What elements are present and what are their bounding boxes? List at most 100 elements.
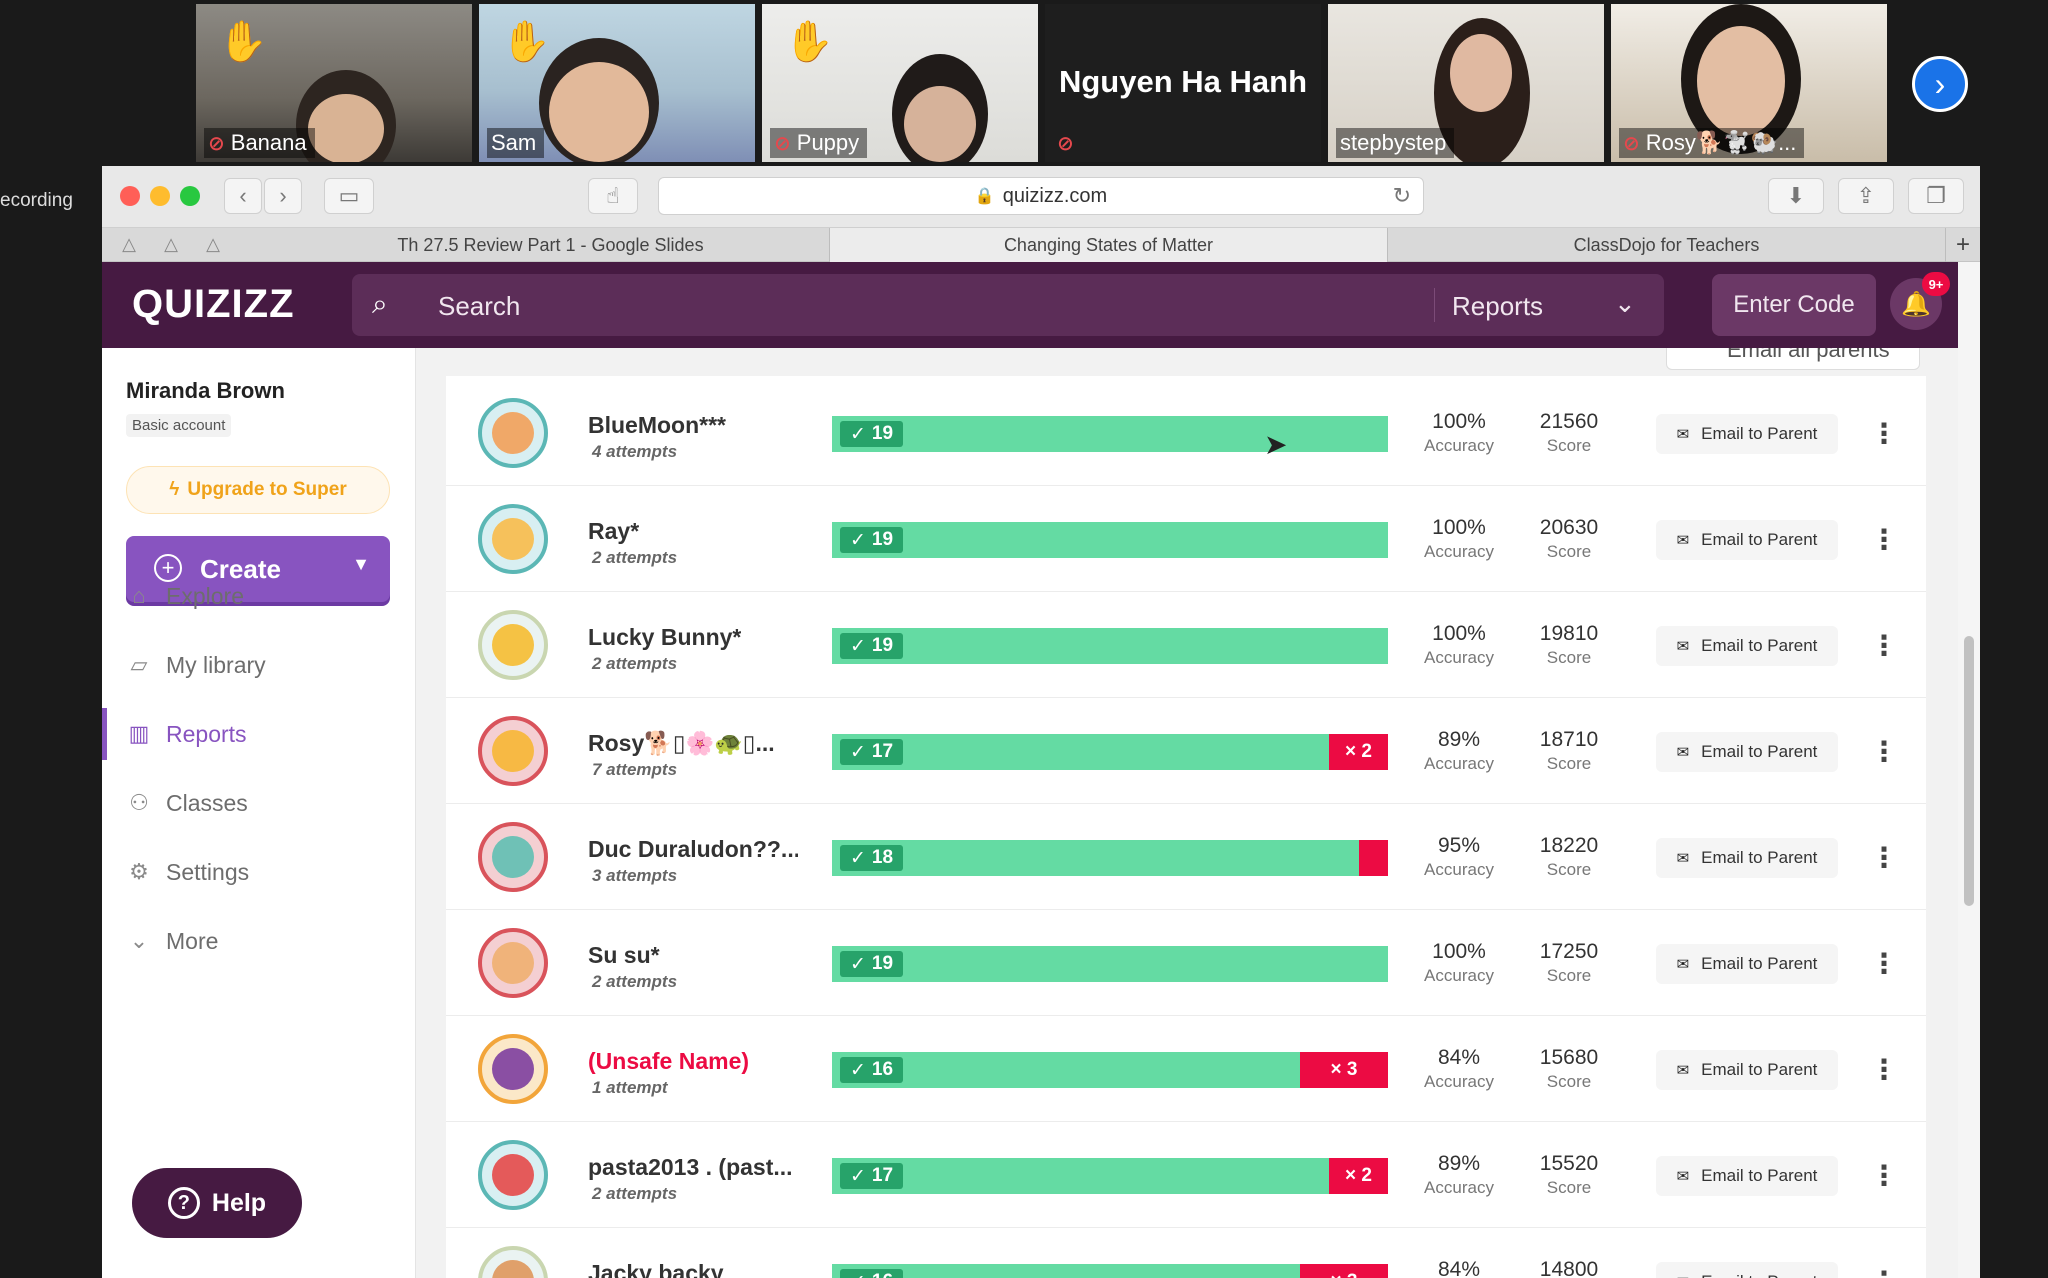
email-to-parent-button[interactable]: ✉Email to Parent	[1656, 838, 1838, 878]
tab-changing-states-of-matter[interactable]: Changing States of Matter	[830, 228, 1388, 262]
next-participants-button[interactable]: ›	[1912, 56, 1968, 112]
participant-tile-puppy[interactable]: ✋ ⊘ Puppy	[762, 4, 1038, 162]
accuracy-label: Accuracy	[1424, 754, 1494, 773]
correct-count: 19	[871, 529, 894, 550]
player-name[interactable]: Jacky backy	[588, 1260, 724, 1278]
player-name[interactable]: Su su*	[588, 942, 660, 969]
back-button[interactable]: ‹	[224, 178, 262, 214]
recording-indicator: ecording	[0, 190, 73, 211]
envelope-icon: ✉	[1676, 744, 1690, 761]
envelope-icon: ✉	[1676, 426, 1690, 443]
sidebar-toggle-button[interactable]: ▭	[324, 178, 374, 214]
more-options-icon[interactable]: ⋮	[1870, 732, 1898, 772]
help-button[interactable]: ? Help	[132, 1168, 302, 1238]
participant-tile-rosy[interactable]: ⊘ Rosy🐕🐩🐏...	[1611, 4, 1887, 162]
email-to-parent-button[interactable]: ✉Email to Parent	[1656, 732, 1838, 772]
player-name[interactable]: BlueMoon***	[588, 412, 726, 439]
chevron-down-icon[interactable]: ⌄	[1614, 288, 1636, 319]
player-row[interactable]: (Unsafe Name) 1 attempt ✓ 16 × 3 84% Accuracy 1…	[446, 1016, 1926, 1122]
close-window-button[interactable]	[120, 186, 140, 206]
explore-icon: ⌂	[132, 583, 146, 608]
score-label: Score	[1546, 436, 1592, 455]
participant-tile-stepbystep[interactable]: stepbystep	[1328, 4, 1604, 162]
sidebar-item-classes[interactable]: ⚇ Classes	[102, 777, 415, 829]
account-type-badge: Basic account	[126, 414, 232, 437]
player-name[interactable]: Duc Duraludon??...	[588, 836, 798, 863]
tab-google-slides[interactable]: Th 27.5 Review Part 1 - Google Slides	[272, 228, 830, 262]
email-to-parent-button[interactable]: ✉Email to Parent	[1656, 1262, 1838, 1278]
forward-button[interactable]: ›	[264, 178, 302, 214]
player-row[interactable]: Lucky Bunny* 2 attempts ✓ 19 100% Accuracy 198…	[446, 592, 1926, 698]
player-row[interactable]: BlueMoon*** 4 attempts ✓ 19 100% Accuracy 2156…	[446, 380, 1926, 486]
player-row[interactable]: Su su* 2 attempts ✓ 19 100% Accuracy 17250 Scor…	[446, 910, 1926, 1016]
chevron-left-icon: ‹	[239, 183, 247, 208]
participant-tile-nguyen-ha-hanh[interactable]: Nguyen Ha Hanh ⊘	[1045, 4, 1321, 162]
player-row[interactable]: pasta2013 . (past... 2 attempts ✓ 17 × 2 89% A…	[446, 1122, 1926, 1228]
more-options-icon[interactable]: ⋮	[1870, 626, 1898, 666]
accuracy-bar: ✓ 19	[832, 628, 1388, 664]
tab-overview-button[interactable]: ❐	[1908, 178, 1964, 214]
player-name[interactable]: Ray*	[588, 518, 639, 545]
tab-classdojo[interactable]: ClassDojo for Teachers	[1388, 228, 1946, 262]
player-name[interactable]: Rosy🐕▯🌸🐢▯...	[588, 730, 775, 757]
player-name[interactable]: Lucky Bunny*	[588, 624, 741, 651]
player-row[interactable]: Rosy🐕▯🌸🐢▯... 7 attempts ✓ 17 × 2 89% Accuracy 1…	[446, 698, 1926, 804]
participant-tile-banana[interactable]: ✋ ⊘ Banana	[196, 4, 472, 162]
more-options-icon[interactable]: ⋮	[1870, 1156, 1898, 1196]
correct-segment: ✓ 19	[832, 628, 1388, 664]
player-row[interactable]: Jacky backy ✓ 16 × 3 84%Accuracy14800Score ✉E…	[446, 1228, 1926, 1278]
sidebar-item-more[interactable]: ⌄ More	[102, 915, 415, 967]
search-scope-select[interactable]: Reports	[1452, 291, 1543, 322]
email-to-parent-button[interactable]: ✉Email to Parent	[1656, 414, 1838, 454]
sidebar-item-reports[interactable]: ▥ Reports	[102, 708, 415, 760]
pinned-tab-drive-icon[interactable]: △	[116, 234, 142, 256]
more-options-icon[interactable]: ⋮	[1870, 1262, 1898, 1278]
minimize-window-button[interactable]	[150, 186, 170, 206]
more-options-icon[interactable]: ⋮	[1870, 414, 1898, 454]
sidebar-item-settings[interactable]: ⚙ Settings	[102, 846, 415, 898]
player-avatar	[478, 610, 548, 680]
scrollbar-thumb[interactable]	[1964, 636, 1974, 906]
sidebar-item-my-library[interactable]: ▱ My library	[102, 639, 415, 691]
new-tab-button[interactable]: +	[1946, 228, 1980, 262]
accuracy-label: Accuracy	[1424, 860, 1494, 879]
downloads-button[interactable]: ⬇	[1768, 178, 1824, 214]
score-label: Score	[1546, 648, 1592, 667]
more-options-icon[interactable]: ⋮	[1870, 1050, 1898, 1090]
accuracy-stat: 84% Accuracy	[1404, 1046, 1514, 1092]
email-to-parent-button[interactable]: ✉Email to Parent	[1656, 520, 1838, 560]
pinned-tab-drive-icon[interactable]: △	[158, 234, 184, 256]
reload-icon[interactable]: ↻	[1393, 183, 1411, 209]
email-all-parents-button[interactable]: Email all parents	[1666, 348, 1920, 370]
player-row[interactable]: Duc Duraludon??... 3 attempts ✓ 18 95% Accura…	[446, 804, 1926, 910]
pinned-tab-drive-icon[interactable]: △	[200, 234, 226, 256]
email-to-parent-button[interactable]: ✉Email to Parent	[1656, 1050, 1838, 1090]
more-options-icon[interactable]: ⋮	[1870, 520, 1898, 560]
player-name[interactable]: pasta2013 . (past...	[588, 1154, 793, 1181]
player-name[interactable]: (Unsafe Name)	[588, 1048, 749, 1075]
score-value: 14800	[1539, 1258, 1599, 1278]
more-options-icon[interactable]: ⋮	[1870, 944, 1898, 984]
upgrade-button[interactable]: ϟ Upgrade to Super	[126, 466, 390, 514]
share-button[interactable]: ⇪	[1838, 178, 1894, 214]
email-to-parent-button[interactable]: ✉Email to Parent	[1656, 626, 1838, 666]
incorrect-count: × 3	[1331, 1271, 1358, 1278]
sidebar-item-explore[interactable]: ⌂ Explore	[102, 570, 415, 622]
email-to-parent-button[interactable]: ✉Email to Parent	[1656, 1156, 1838, 1196]
accuracy-value: 89%	[1437, 728, 1481, 751]
more-options-icon[interactable]: ⋮	[1870, 838, 1898, 878]
quizizz-logo[interactable]: QUIZIZZ	[132, 282, 295, 327]
correct-count-pill: ✓ 19	[840, 527, 904, 553]
participant-tile-sam[interactable]: ✋ Sam	[479, 4, 755, 162]
search-bar[interactable]: ⌕ Search Reports ⌄	[352, 274, 1664, 336]
extension-button[interactable]: ☝	[588, 178, 638, 214]
player-row[interactable]: Ray* 2 attempts ✓ 19 100% Accuracy 20630 Score ✉…	[446, 486, 1926, 592]
accuracy-value: 100%	[1432, 622, 1486, 645]
address-bar[interactable]: 🔒 quizizz.com ↻	[658, 177, 1424, 215]
zoom-window-button[interactable]	[180, 186, 200, 206]
email-to-parent-button[interactable]: ✉Email to Parent	[1656, 944, 1838, 984]
search-input[interactable]: Search	[438, 291, 520, 322]
score-value: 15520	[1539, 1152, 1599, 1175]
enter-code-button[interactable]: Enter Code	[1712, 274, 1876, 336]
score-stat: 20630 Score	[1514, 516, 1624, 562]
